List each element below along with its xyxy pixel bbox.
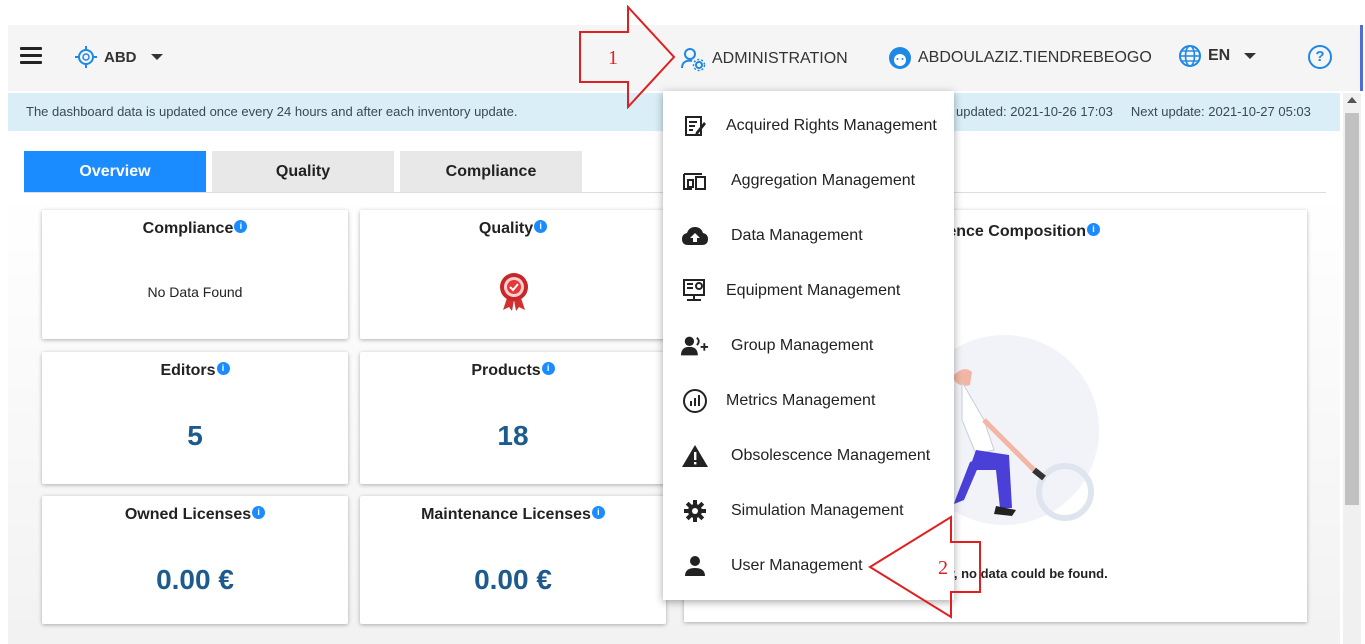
top-bar: ABD ADMINISTRATION ABDOULAZIZ.TIENDREBEO… bbox=[8, 25, 1360, 91]
username-label: ABDOULAZIZ.TIENDREBEOGO bbox=[918, 49, 1152, 66]
maintenance-licenses-card: Maintenance Licenses i 0.00 € bbox=[360, 496, 666, 624]
warning-icon bbox=[681, 442, 709, 470]
card-title: Compliance bbox=[142, 220, 234, 237]
tab-compliance[interactable]: Compliance bbox=[400, 151, 582, 192]
metrics-icon bbox=[681, 387, 709, 415]
quality-card: Quality i bbox=[360, 210, 666, 339]
menu-item-label: Group Management bbox=[731, 337, 874, 354]
target-icon bbox=[75, 46, 97, 68]
tab-quality[interactable]: Quality bbox=[212, 151, 394, 192]
card-title: Quality bbox=[478, 220, 534, 237]
person-icon bbox=[681, 552, 709, 580]
administration-label: ADMINISTRATION bbox=[712, 50, 848, 67]
menu-item-data-management[interactable]: Data Management bbox=[663, 214, 954, 258]
menu-item-group-management[interactable]: Group Management bbox=[663, 324, 954, 368]
scroll-up-arrow-icon[interactable] bbox=[1347, 97, 1357, 103]
chevron-down-icon bbox=[150, 54, 163, 60]
info-icon[interactable]: i bbox=[541, 362, 555, 375]
owned-licenses-value: 0.00 € bbox=[156, 564, 234, 595]
info-icon[interactable]: i bbox=[534, 220, 548, 233]
editors-card: Editors i 5 bbox=[42, 352, 348, 484]
annotation-step-number: 1 bbox=[608, 47, 618, 69]
user-avatar-icon bbox=[889, 47, 911, 69]
last-updated-text: updated: 2021-10-26 17:03 bbox=[956, 104, 1113, 119]
menu-item-acquired-rights-management[interactable]: Acquired Rights Management bbox=[663, 104, 954, 148]
next-update-text: Next update: 2021-10-27 05:03 bbox=[1130, 104, 1311, 119]
language-selector[interactable]: EN bbox=[1178, 44, 1257, 68]
info-icon[interactable]: i bbox=[252, 506, 266, 519]
products-card: Products i 18 bbox=[360, 352, 666, 484]
chevron-down-icon bbox=[1244, 53, 1257, 59]
compliance-card: Compliance i No Data Found bbox=[42, 210, 348, 339]
menu-item-equipment-management[interactable]: Equipment Management bbox=[663, 269, 954, 313]
info-icon[interactable]: i bbox=[1087, 223, 1101, 236]
owned-licenses-card: Owned Licenses i 0.00 € bbox=[42, 496, 348, 624]
menu-item-aggregation-management[interactable]: Aggregation Management bbox=[663, 159, 954, 203]
menu-item-metrics-management[interactable]: Metrics Management bbox=[663, 379, 954, 423]
menu-item-label: Aggregation Management bbox=[731, 172, 916, 189]
dashboard-tabs: Overview Quality Compliance bbox=[24, 151, 582, 192]
card-title: Editors bbox=[160, 362, 216, 379]
devices-icon bbox=[681, 167, 709, 195]
settings-gear-icon bbox=[681, 497, 709, 525]
info-icon[interactable]: i bbox=[234, 220, 248, 233]
equipment-icon bbox=[681, 277, 709, 305]
card-title: Owned Licenses bbox=[124, 506, 252, 523]
scrollbar-thumb[interactable] bbox=[1345, 113, 1359, 505]
administration-menu-button[interactable]: ADMINISTRATION bbox=[680, 46, 848, 72]
annotation-arrow-left-icon bbox=[868, 515, 981, 619]
user-menu-button[interactable]: ABDOULAZIZ.TIENDREBEOGO bbox=[888, 46, 1152, 70]
admin-user-gear-icon bbox=[681, 48, 706, 72]
annotation-step-number: 2 bbox=[938, 557, 948, 579]
globe-icon bbox=[1179, 45, 1201, 67]
group-add-icon bbox=[681, 332, 709, 360]
menu-item-label: Equipment Management bbox=[726, 282, 901, 299]
language-label: EN bbox=[1208, 47, 1231, 64]
quality-award-badge-icon bbox=[500, 273, 528, 311]
tab-overview[interactable]: Overview bbox=[24, 151, 206, 192]
window-edge-accent bbox=[1360, 25, 1363, 91]
vertical-scrollbar[interactable] bbox=[1343, 93, 1361, 644]
entity-selector[interactable]: ABD bbox=[74, 45, 163, 69]
card-title: Maintenance Licenses bbox=[421, 506, 591, 523]
no-data-text: No Data Found bbox=[147, 284, 243, 300]
annotation-arrow-right-icon bbox=[579, 5, 676, 109]
hamburger-menu-icon[interactable] bbox=[20, 47, 42, 65]
editors-count: 5 bbox=[187, 420, 203, 451]
cloud-upload-icon bbox=[681, 222, 709, 250]
update-timestamps: updated: 2021-10-26 17:03 Next update: 2… bbox=[956, 104, 1311, 119]
card-title: icence Composition bbox=[934, 223, 1087, 240]
card-title: Products bbox=[471, 362, 541, 379]
info-icon[interactable]: i bbox=[591, 506, 605, 519]
menu-item-obsolescence-management[interactable]: Obsolescence Management bbox=[663, 434, 954, 478]
edit-document-icon bbox=[681, 112, 709, 140]
help-icon[interactable]: ? bbox=[1308, 45, 1332, 69]
menu-item-label: Metrics Management bbox=[726, 392, 876, 409]
menu-item-label: User Management bbox=[731, 557, 863, 574]
products-count: 18 bbox=[497, 420, 529, 451]
maintenance-licenses-value: 0.00 € bbox=[474, 564, 552, 595]
info-icon[interactable]: i bbox=[216, 362, 230, 375]
menu-item-label: Obsolescence Management bbox=[731, 447, 931, 464]
menu-item-label: Acquired Rights Management bbox=[726, 117, 937, 134]
menu-item-label: Data Management bbox=[731, 227, 863, 244]
entity-label: ABD bbox=[104, 48, 137, 66]
update-info-message: The dashboard data is updated once every… bbox=[26, 104, 518, 119]
